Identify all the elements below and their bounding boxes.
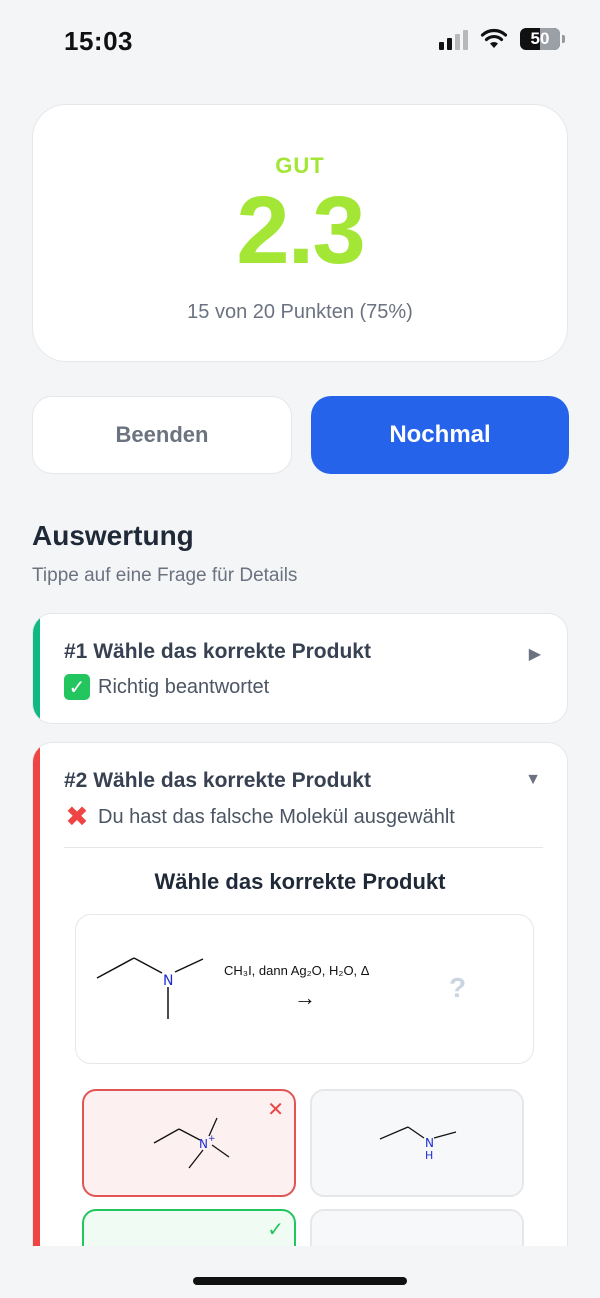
cellular-signal-icon xyxy=(439,28,468,50)
svg-text:N: N xyxy=(425,1136,434,1150)
status-bar: 15:03 50 xyxy=(0,0,600,80)
wifi-icon xyxy=(480,28,508,48)
svg-text:H: H xyxy=(425,1149,433,1162)
answer-option-1[interactable]: ✕ N + xyxy=(82,1089,296,1197)
reaction-conditions: CH₃I, dann Ag₂O, H₂O, Δ xyxy=(224,963,370,978)
atom-label-n: N xyxy=(163,973,173,989)
review-title: Auswertung xyxy=(32,520,194,551)
battery-level: 50 xyxy=(530,29,550,48)
answer-option-2[interactable]: N H xyxy=(310,1089,524,1197)
grade-label: GUT xyxy=(275,153,325,178)
review-subtitle: Tippe auf eine Frage für Details xyxy=(32,565,298,586)
end-button[interactable]: Beenden xyxy=(32,396,292,474)
question-prompt: Wähle das korrekte Produkt xyxy=(154,869,446,894)
bottom-safe-area xyxy=(0,1246,600,1298)
divider xyxy=(64,847,543,848)
correct-mark-icon: ✓ xyxy=(267,1219,284,1241)
option-molecule: N + xyxy=(153,1117,230,1169)
result-indicator-correct xyxy=(33,614,40,723)
question-card-2[interactable]: #2 Wähle das korrekte Produkt ▼ ✖ Du has… xyxy=(32,742,568,1262)
unknown-product: ? xyxy=(449,972,467,1003)
score-card: GUT 2.3 15 von 20 Punkten (75%) xyxy=(32,104,568,362)
points-summary: 15 von 20 Punkten (75%) xyxy=(187,301,413,323)
collapse-arrow-icon[interactable]: ▼ xyxy=(525,771,541,789)
status-icons: 50 xyxy=(439,28,565,50)
svg-text:+: + xyxy=(208,1134,216,1144)
home-indicator[interactable] xyxy=(193,1277,407,1285)
question-status-text: Du hast das falsche Molekül ausgewählt xyxy=(98,805,455,828)
retry-button[interactable]: Nochmal xyxy=(311,396,569,474)
svg-text:N: N xyxy=(199,1137,208,1151)
option-molecule: N H xyxy=(379,1126,457,1162)
question-status-text: Richtig beantwortet xyxy=(98,675,270,698)
question-card-1[interactable]: #1 Wähle das korrekte Produkt ▶ ✓ Richti… xyxy=(32,613,568,724)
status-time: 15:03 xyxy=(64,26,133,56)
expand-arrow-icon[interactable]: ▶ xyxy=(529,644,541,664)
question-title: #2 Wähle das korrekte Produkt xyxy=(64,769,371,792)
cross-emoji-icon: ✖ xyxy=(65,801,89,832)
question-title: #1 Wähle das korrekte Produkt xyxy=(64,640,371,663)
check-emoji-icon: ✓ xyxy=(64,674,90,700)
reaction-scheme: N CH₃I, dann Ag₂O, H₂O, Δ → ? xyxy=(75,914,534,1064)
question-status: ✓ Richtig beantwortet xyxy=(64,674,269,700)
question-status: ✖ Du hast das falsche Molekül ausgewählt xyxy=(64,803,455,831)
reaction-arrow-icon: → xyxy=(294,985,316,1010)
battery-icon: 50 xyxy=(520,28,565,50)
result-indicator-wrong xyxy=(33,743,40,1262)
grade-value: 2.3 xyxy=(236,177,365,284)
